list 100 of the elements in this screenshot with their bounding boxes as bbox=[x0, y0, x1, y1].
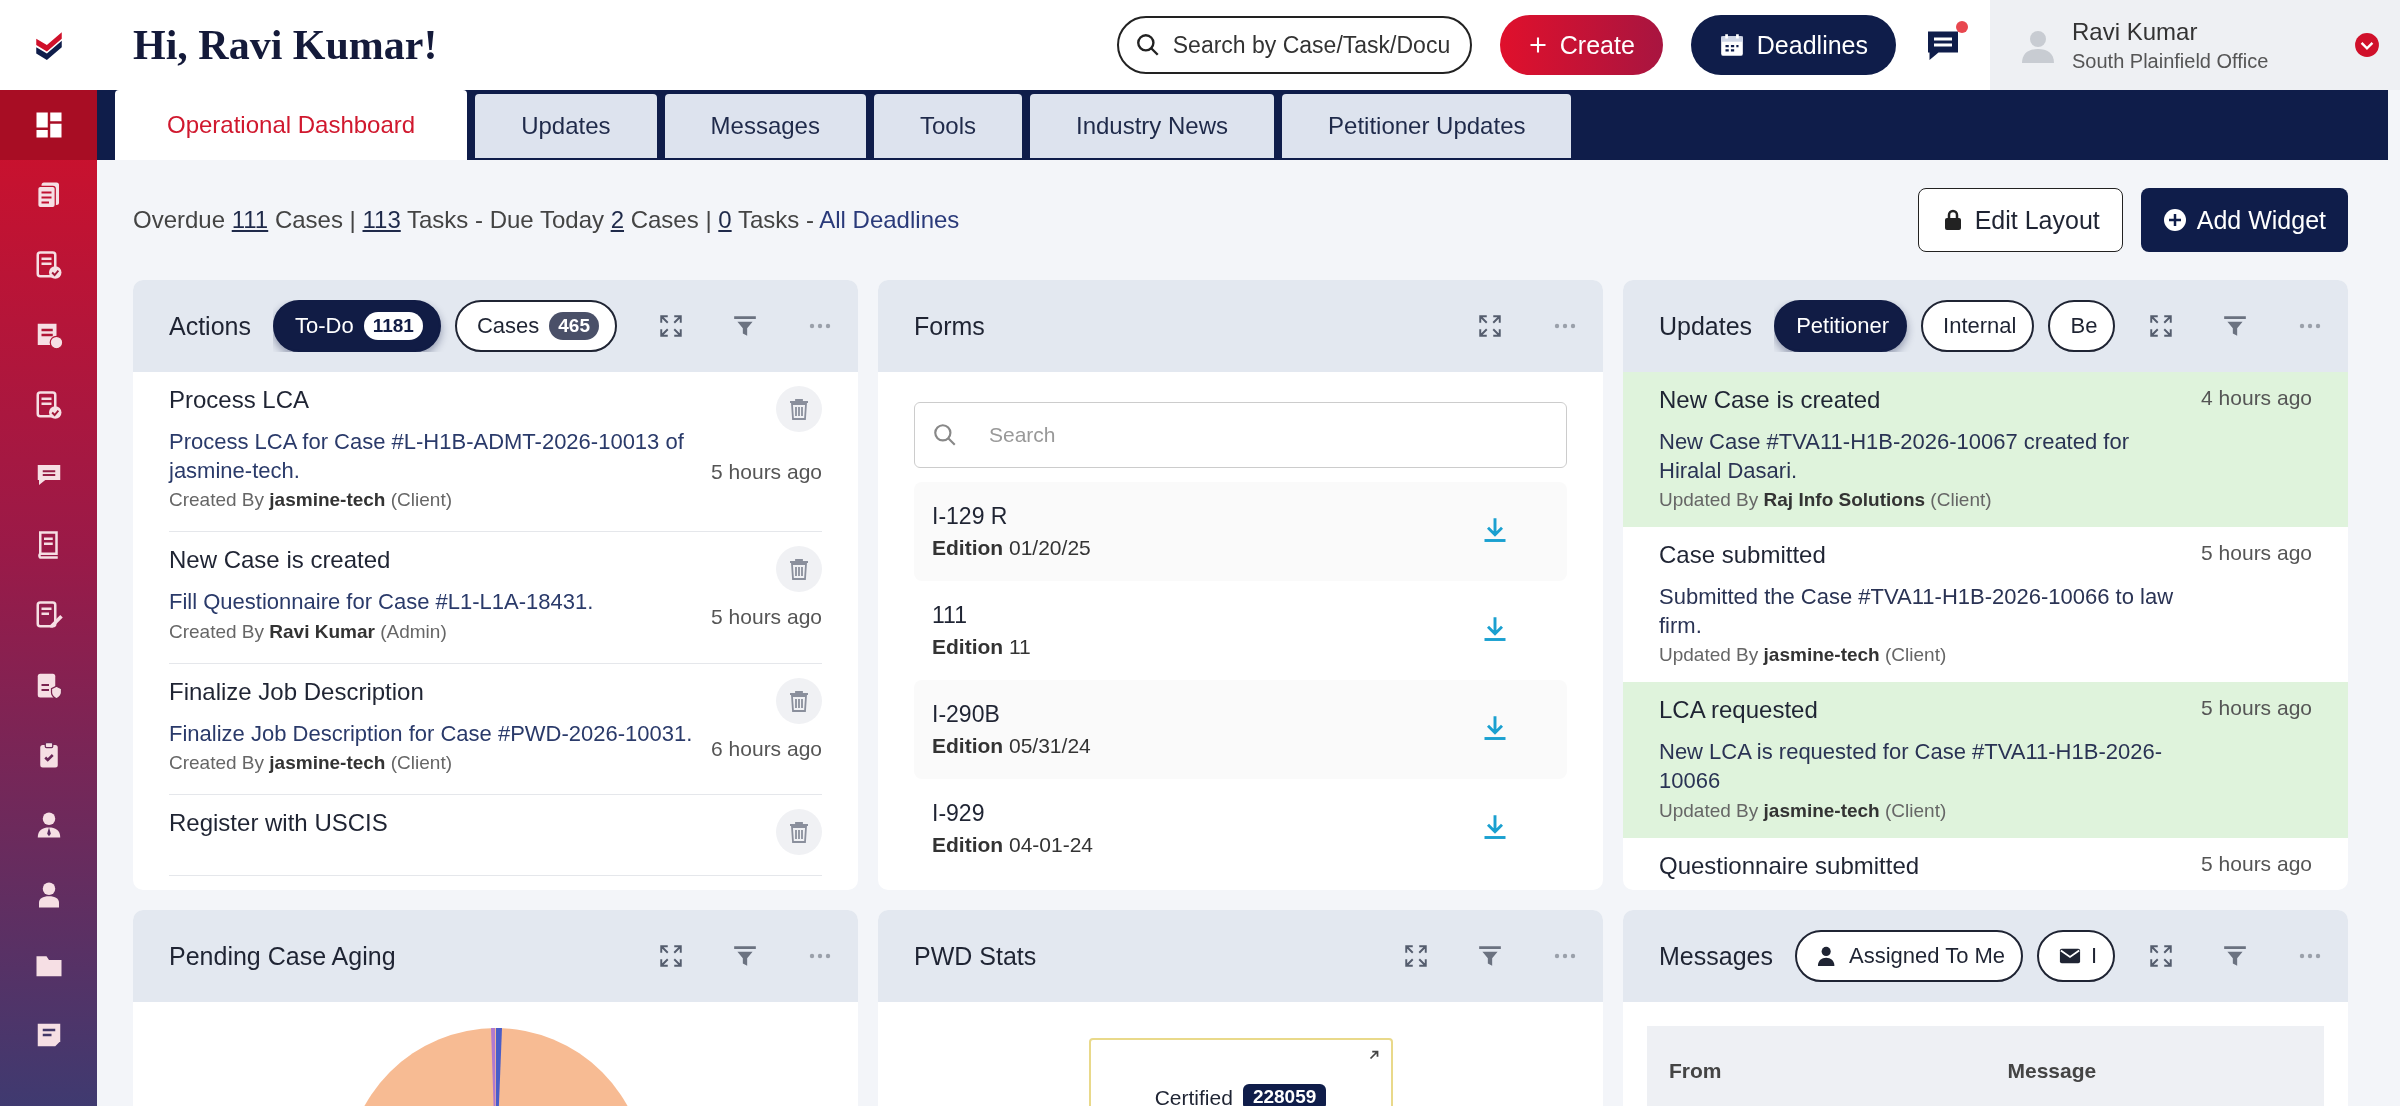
expand-button[interactable] bbox=[658, 943, 684, 969]
expand-icon bbox=[1403, 943, 1429, 969]
dashboard-tab[interactable]: Operational Dashboard bbox=[115, 90, 468, 160]
dashboard-tab[interactable]: Messages bbox=[664, 94, 866, 158]
widget-title: Messages bbox=[1659, 941, 1773, 971]
form-edition: Edition 11 bbox=[932, 635, 1032, 659]
widget-title: PWD Stats bbox=[914, 941, 1037, 971]
filter-chip[interactable]: Assigned To Me bbox=[1794, 930, 2024, 982]
expand-icon bbox=[2148, 313, 2174, 339]
expand-button[interactable] bbox=[1403, 943, 1429, 969]
updated-by-text: Updated By jasmine-tech (Client) bbox=[1659, 799, 1948, 822]
delete-button[interactable] bbox=[776, 386, 822, 432]
task-time: 6 hours ago bbox=[711, 737, 822, 762]
add-widget-button[interactable]: Add Widget bbox=[2140, 188, 2348, 252]
delete-button[interactable] bbox=[776, 677, 822, 724]
task-time: 5 hours ago bbox=[711, 459, 822, 484]
user-office: South Plainfield Office bbox=[2072, 49, 2270, 73]
calendar-icon bbox=[1718, 32, 1745, 58]
dashboard-tab[interactable]: Tools bbox=[873, 94, 1022, 158]
stat-label: Certified bbox=[1154, 1086, 1233, 1106]
filter-chip[interactable]: Cases 465 bbox=[454, 300, 617, 352]
trash-icon bbox=[787, 820, 811, 845]
expand-button[interactable] bbox=[658, 313, 684, 339]
user-name: Ravi Kumar bbox=[2072, 17, 2199, 46]
update-time: 5 hours ago bbox=[2201, 541, 2312, 567]
update-title: New Case is created bbox=[1659, 386, 1882, 414]
updated-by-text: Updated By jasmine-tech (Client) bbox=[1659, 644, 1948, 667]
task-title: New Case is created bbox=[169, 546, 392, 575]
update-time: 4 hours ago bbox=[2201, 386, 2312, 411]
expand-icon bbox=[2148, 943, 2174, 969]
chevron-down-icon bbox=[2354, 32, 2380, 58]
form-edition: Edition 01/20/25 bbox=[932, 536, 1092, 560]
deadlines-link[interactable]: All Deadlines bbox=[819, 206, 960, 233]
column-header: From bbox=[1668, 1059, 1723, 1083]
update-row[interactable]: New Case is created New Case #TVA11-H1B-2026-10067 created for Hiralal Dasari. Updated By Raj Info Solutions (Client) 4 hours ago bbox=[1623, 372, 2348, 528]
delete-button[interactable] bbox=[776, 809, 822, 856]
update-description: Submitted the Case #TVA11-H1B-2026-10066 to law firm. bbox=[1659, 583, 2175, 640]
task-time: 5 hours ago bbox=[711, 605, 822, 630]
greeting: Hi, Ravi Kumar! bbox=[133, 21, 439, 69]
filter-chip[interactable]: I bbox=[2037, 930, 2116, 982]
update-title: LCA requested bbox=[1659, 696, 1819, 725]
deadlines-button[interactable]: Deadlines bbox=[1690, 15, 1896, 75]
search-field[interactable]: Search by Case/Task/Docu bbox=[1116, 16, 1472, 74]
task-description: Process LCA for Case #L-H1B-ADMT-2026-10013 of jasmine-tech. bbox=[169, 428, 685, 485]
filter-chip[interactable]: Petitioner bbox=[1774, 300, 1908, 352]
dropdown-button[interactable] bbox=[2354, 32, 2380, 58]
create-button[interactable]: Create bbox=[1499, 15, 1663, 75]
filter-chip[interactable]: Be bbox=[2048, 300, 2116, 352]
form-name: I-929 bbox=[932, 800, 986, 827]
update-title: Questionnaire submitted bbox=[1659, 851, 1921, 880]
dashboard-tab[interactable]: Industry News bbox=[1029, 94, 1275, 158]
form-name: 111 bbox=[932, 602, 968, 629]
widget-title: Pending Case Aging bbox=[169, 941, 396, 971]
count-link[interactable]: 2 bbox=[610, 206, 624, 233]
plus-circle-icon bbox=[2162, 208, 2187, 232]
expand-button[interactable] bbox=[1477, 313, 1503, 339]
form-name: I-129 R bbox=[932, 503, 1009, 530]
widget-title: Forms bbox=[914, 311, 985, 341]
search-icon bbox=[1134, 32, 1161, 58]
trash-icon bbox=[787, 557, 811, 582]
task-description: Finalize Job Description for Case #PWD-2026-10031. bbox=[169, 719, 694, 748]
update-row[interactable]: Questionnaire submitted 5 hours ago bbox=[1623, 837, 2348, 890]
update-row[interactable]: Case submitted Submitted the Case #TVA11-H1B-2026-10066 to law firm. Updated By jasmine-tech (Client) 5 hours ago bbox=[1623, 527, 2348, 683]
delete-button[interactable] bbox=[776, 546, 822, 593]
created-by-text: Created By jasmine-tech (Client) bbox=[169, 752, 453, 775]
widget-title: Actions bbox=[169, 311, 251, 341]
task-title: Finalize Job Description bbox=[169, 677, 425, 706]
count-link[interactable]: 111 bbox=[231, 206, 269, 233]
updated-by-text: Updated By Raj Info Solutions (Client) bbox=[1659, 489, 1993, 512]
expand-button[interactable] bbox=[2148, 313, 2174, 339]
count-link[interactable]: 113 bbox=[362, 206, 401, 233]
search-icon bbox=[932, 422, 958, 448]
created-by-text: Created By jasmine-tech (Client) bbox=[169, 489, 453, 512]
created-by-text: Created By Ravi Kumar (Admin) bbox=[169, 620, 448, 643]
expand-icon bbox=[1477, 313, 1503, 339]
widget-title: Updates bbox=[1659, 311, 1753, 341]
forms-search-field[interactable]: Search bbox=[914, 402, 1567, 468]
dashboard-tab[interactable]: Updates bbox=[475, 94, 657, 158]
update-time: 5 hours ago bbox=[2201, 851, 2312, 877]
form-edition: Edition 04-01-24 bbox=[932, 833, 1095, 857]
dashboard-tab[interactable]: Petitioner Updates bbox=[1282, 94, 1572, 158]
form-name: I-290B bbox=[932, 701, 1001, 728]
update-description: New LCA is requested for Case #TVA11-H1B-2026-10066 bbox=[1659, 738, 2163, 795]
deadline-summary: Overdue 111 Cases | 113 Tasks - Due Today 2 Cases | 0 Tasks - All Deadlines bbox=[133, 206, 961, 234]
edit-layout-button[interactable]: Edit Layout bbox=[1917, 188, 2123, 252]
filter-chip[interactable]: To-Do 1181 bbox=[273, 300, 441, 352]
update-row[interactable]: LCA requested New LCA is requested for Case #TVA11-H1B-2026-10066 Updated By jasmine-tech (Client) 5 hours ago bbox=[1623, 682, 2348, 838]
task-title: Process LCA bbox=[169, 386, 311, 414]
sidebar-item[interactable] bbox=[0, 90, 97, 160]
task-description: Fill Questionnaire for Case #L1-L1A-18431. bbox=[169, 588, 595, 617]
update-description: New Case #TVA11-H1B-2026-10067 created for Hiralal Dasari. bbox=[1659, 428, 2130, 485]
trash-icon bbox=[787, 397, 811, 421]
form-edition: Edition 05/31/24 bbox=[932, 734, 1092, 758]
stat-value: 228059 bbox=[1242, 1084, 1327, 1106]
filter-chip[interactable]: Internal bbox=[1921, 300, 2035, 352]
expand-button[interactable] bbox=[2148, 943, 2174, 969]
expand-icon bbox=[658, 313, 684, 339]
expand-icon bbox=[658, 943, 684, 969]
count-link[interactable]: 0 bbox=[718, 206, 732, 233]
task-title: Register with USCIS bbox=[169, 809, 389, 838]
